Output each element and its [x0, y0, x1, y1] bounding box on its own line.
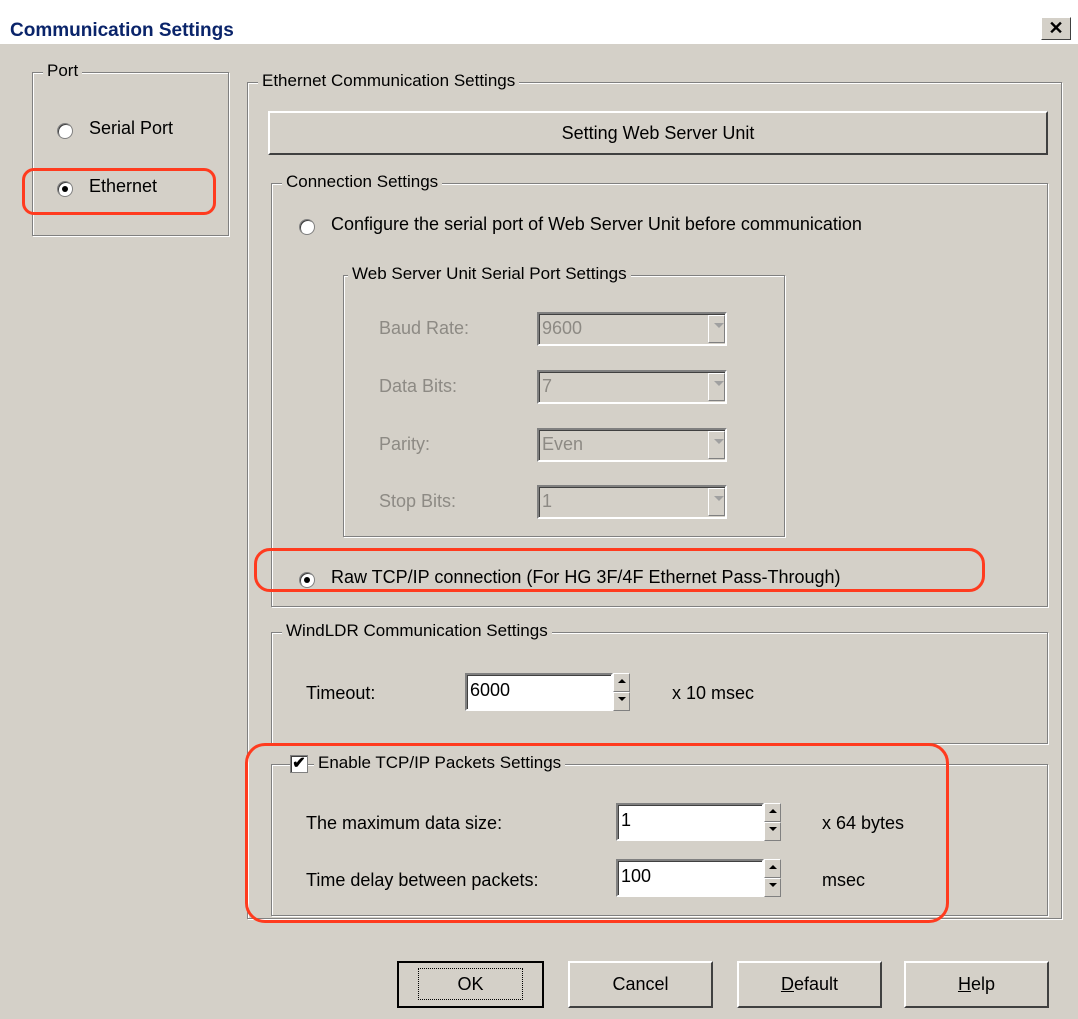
- stop-bits-dropdown-icon[interactable]: [708, 488, 725, 516]
- data-bits-value: 7: [542, 376, 553, 396]
- spin-down-icon[interactable]: [613, 692, 630, 711]
- data-bits-dropdown-icon[interactable]: [708, 373, 725, 401]
- window-title: Communication Settings: [10, 20, 234, 41]
- communication-settings-dialog: Communication Settings ✕ Port Serial Por…: [0, 0, 1078, 1019]
- help-button[interactable]: Help: [904, 961, 1049, 1008]
- ethernet-highlight: [22, 168, 216, 215]
- ethernet-settings-legend: Ethernet Communication Settings: [258, 71, 520, 91]
- windldr-settings-group: WindLDR Communication Settings Timeout: …: [271, 621, 1048, 744]
- parity-value: Even: [542, 434, 584, 454]
- help-label: elp: [970, 974, 996, 994]
- help-mnemonic: H: [957, 974, 971, 994]
- web-server-serial-settings-group: Web Server Unit Serial Port Settings Bau…: [343, 264, 785, 537]
- timeout-unit: x 10 msec: [672, 683, 755, 703]
- timeout-value: 6000: [470, 680, 511, 700]
- ok-button[interactable]: OK: [397, 961, 544, 1008]
- serial-port-radio[interactable]: [57, 123, 73, 139]
- stop-bits-label: Stop Bits:: [379, 491, 457, 511]
- default-button[interactable]: Default: [737, 961, 882, 1008]
- connection-settings-legend: Connection Settings: [282, 172, 443, 192]
- setting-web-server-unit-button[interactable]: Setting Web Server Unit: [268, 111, 1048, 155]
- parity-label: Parity:: [379, 434, 431, 454]
- baud-rate-select[interactable]: 9600: [537, 312, 727, 346]
- data-bits-label: Data Bits:: [379, 376, 458, 396]
- default-label: efault: [793, 974, 839, 994]
- parity-select[interactable]: Even: [537, 428, 727, 462]
- baud-rate-value: 9600: [542, 318, 583, 338]
- packets-highlight: [245, 743, 949, 923]
- stop-bits-value: 1: [542, 491, 553, 511]
- ok-label: OK: [418, 968, 523, 1000]
- web-server-serial-legend: Web Server Unit Serial Port Settings: [348, 264, 631, 284]
- parity-dropdown-icon[interactable]: [708, 431, 725, 459]
- close-button[interactable]: ✕: [1041, 17, 1071, 40]
- serial-port-label[interactable]: Serial Port: [89, 118, 173, 139]
- port-legend: Port: [43, 61, 83, 81]
- baud-rate-dropdown-icon[interactable]: [708, 315, 725, 343]
- baud-rate-label: Baud Rate:: [379, 318, 470, 338]
- raw-tcp-highlight: [254, 548, 985, 592]
- data-bits-select[interactable]: 7: [537, 370, 727, 404]
- windldr-settings-legend: WindLDR Communication Settings: [282, 621, 552, 641]
- connection-settings-group: Connection Settings Configure the serial…: [271, 172, 1048, 607]
- timeout-label: Timeout:: [306, 683, 376, 703]
- configure-serial-label[interactable]: Configure the serial port of Web Server …: [331, 214, 862, 235]
- timeout-input[interactable]: 6000: [465, 673, 613, 711]
- spin-up-icon[interactable]: [613, 673, 630, 692]
- stop-bits-select[interactable]: 1: [537, 485, 727, 519]
- timeout-spinner[interactable]: [613, 673, 630, 711]
- configure-serial-radio[interactable]: [299, 219, 315, 235]
- default-mnemonic: D: [780, 974, 794, 994]
- title-bar: Communication Settings ✕: [0, 0, 1078, 44]
- cancel-button[interactable]: Cancel: [568, 961, 713, 1008]
